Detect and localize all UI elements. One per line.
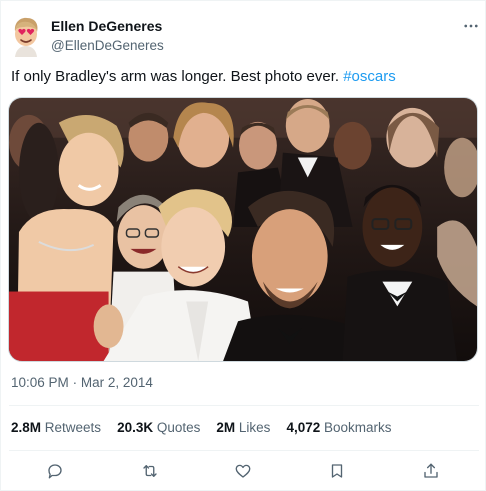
more-options-button[interactable] <box>459 16 483 36</box>
tweet-text: If only Bradley's arm was longer. Best p… <box>11 67 396 87</box>
tweet-photo[interactable] <box>8 97 478 362</box>
divider-bottom <box>9 450 479 451</box>
like-icon <box>235 464 251 478</box>
bookmarks-count: 4,072 <box>286 420 321 435</box>
divider-top <box>9 405 479 406</box>
share-button[interactable] <box>420 460 442 482</box>
retweet-icon <box>143 465 157 477</box>
timestamp-separator: · <box>72 375 78 390</box>
bookmark-button[interactable] <box>326 460 348 482</box>
retweets-stat[interactable]: 2.8M Retweets <box>11 420 101 435</box>
quotes-stat[interactable]: 20.3K Quotes <box>117 420 200 435</box>
quotes-label: Quotes <box>156 420 201 435</box>
tweet-actions <box>1 456 486 486</box>
tweet-card: Ellen DeGeneres @EllenDeGeneres If only … <box>0 0 486 491</box>
bookmarks-stat[interactable]: 4,072 Bookmarks <box>286 420 391 435</box>
hashtag-link[interactable]: #oscars <box>343 68 396 85</box>
likes-count: 2M <box>216 420 236 435</box>
bookmarks-label: Bookmarks <box>324 420 392 435</box>
tweet-body: If only Bradley's arm was longer. Best p… <box>11 68 340 85</box>
bookmark-icon <box>331 464 343 478</box>
tweet-date[interactable]: Mar 2, 2014 <box>81 375 153 390</box>
author-info: Ellen DeGeneres @EllenDeGeneres <box>51 18 164 54</box>
author-avatar[interactable] <box>10 15 42 57</box>
likes-label: Likes <box>238 420 271 435</box>
retweet-button[interactable] <box>139 460 161 482</box>
tweet-time[interactable]: 10:06 PM <box>11 375 69 390</box>
tweet-timestamp: 10:06 PM · Mar 2, 2014 <box>11 375 153 390</box>
group-selfie-image <box>9 98 477 361</box>
reply-icon <box>48 464 62 479</box>
retweets-label: Retweets <box>44 420 102 435</box>
retweets-count: 2.8M <box>11 420 42 435</box>
author-handle[interactable]: @EllenDeGeneres <box>51 37 164 54</box>
heart-eyes-emoji-icon <box>14 17 38 57</box>
more-icon <box>464 24 478 28</box>
likes-stat[interactable]: 2M Likes <box>216 420 270 435</box>
like-button[interactable] <box>232 460 254 482</box>
engagement-stats: 2.8M Retweets 20.3K Quotes 2M Likes 4,07… <box>11 420 392 435</box>
share-icon <box>424 463 438 478</box>
quotes-count: 20.3K <box>117 420 154 435</box>
author-name[interactable]: Ellen DeGeneres <box>51 18 164 35</box>
reply-button[interactable] <box>44 460 66 482</box>
